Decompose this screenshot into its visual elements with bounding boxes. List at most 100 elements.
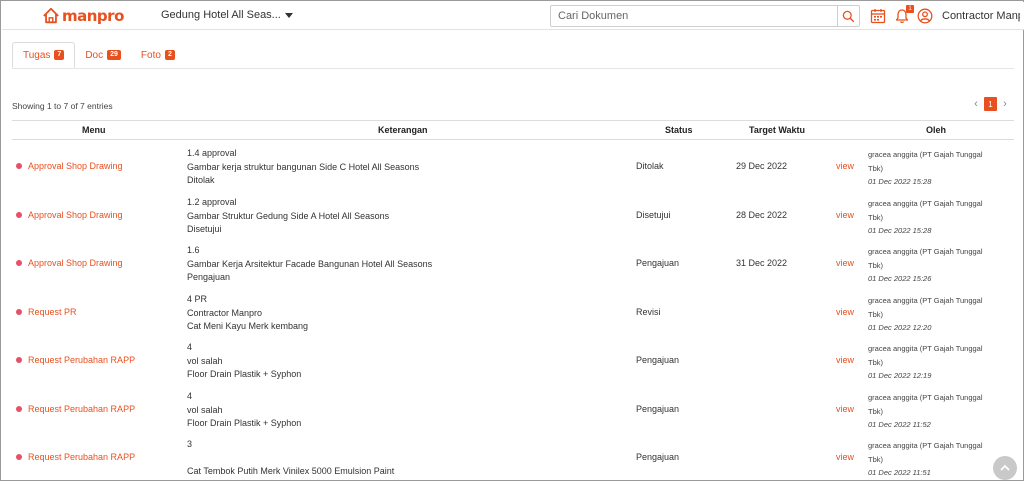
- keterangan-line-1: 4: [187, 391, 193, 401]
- status-dot-icon: [16, 309, 22, 315]
- row-view-link[interactable]: view: [836, 161, 854, 171]
- row-view-link[interactable]: view: [836, 210, 854, 220]
- status-dot-icon: [16, 357, 22, 363]
- pagination: ‹ 1 ›: [971, 97, 1010, 111]
- row-menu-label: Request Perubahan RAPP: [28, 452, 136, 462]
- column-header-oleh[interactable]: Oleh: [926, 125, 946, 135]
- oleh-date: 01 Dec 2022 15:26: [868, 274, 932, 284]
- row-target-waktu: 29 Dec 2022: [736, 161, 788, 171]
- tab-label: Tugas: [23, 49, 51, 61]
- search-icon: [842, 10, 855, 22]
- row-status: Pengajuan: [636, 258, 680, 268]
- row-keterangan: 3 Cat Tembok Putih Merk Vinilex 5000 Emul…: [187, 438, 394, 479]
- tab-doc[interactable]: Doc 29: [75, 42, 131, 68]
- calendar-icon: [870, 9, 886, 24]
- row-status: Ditolak: [636, 161, 664, 171]
- project-selector[interactable]: Gedung Hotel All Seas...: [161, 9, 293, 21]
- page-button-current[interactable]: 1: [984, 97, 997, 111]
- logo[interactable]: manpro: [42, 6, 124, 26]
- keterangan-line-1: 4: [187, 342, 193, 352]
- keterangan-line-1: 1.6: [187, 245, 200, 255]
- table-row: Approval Shop Drawing 1.6 Gambar Kerja Ars…: [12, 239, 1014, 287]
- prev-page-button[interactable]: ‹: [971, 98, 981, 110]
- row-target-waktu: 31 Dec 2022: [736, 258, 788, 268]
- row-status: Pengajuan: [636, 452, 680, 462]
- keterangan-line-3: Cat Meni Kayu Merk kembang: [187, 321, 309, 331]
- table-row: Approval Shop Drawing 1.4 approval Gambar …: [12, 142, 1014, 190]
- tab-bar: Tugas 7 Doc 29 Foto 2: [12, 42, 185, 68]
- oleh-date: 01 Dec 2022 12:19: [868, 371, 932, 381]
- oleh-name-line-2: Tbk): [868, 406, 883, 416]
- entries-info: Showing 1 to 7 of 7 entries: [12, 101, 113, 111]
- tab-divider: [12, 68, 1014, 69]
- row-status: Revisi: [636, 307, 661, 317]
- row-oleh: gracea anggita (PT Gajah Tunggal Tbk) 01 D…: [868, 148, 1014, 189]
- search-input[interactable]: [551, 6, 837, 26]
- row-view-link[interactable]: view: [836, 404, 854, 414]
- row-menu-link[interactable]: Request PR: [16, 307, 77, 317]
- row-oleh: gracea anggita (PT Gajah Tunggal Tbk) 01 D…: [868, 197, 1014, 238]
- row-menu-link[interactable]: Approval Shop Drawing: [16, 161, 123, 171]
- tab-tugas[interactable]: Tugas 7: [12, 42, 76, 68]
- oleh-date: 01 Dec 2022 15:28: [868, 177, 932, 187]
- next-page-button[interactable]: ›: [1000, 98, 1010, 110]
- keterangan-line-2: Gambar kerja struktur bangunan Side C Ho…: [187, 161, 420, 172]
- oleh-name-line-2: Tbk): [868, 212, 883, 222]
- column-header-status[interactable]: Status: [665, 125, 693, 135]
- row-menu-link[interactable]: Approval Shop Drawing: [16, 210, 123, 220]
- row-menu-link[interactable]: Request Perubahan RAPP: [16, 452, 135, 462]
- row-target-waktu: 28 Dec 2022: [736, 210, 788, 220]
- oleh-date: 01 Dec 2022 15:28: [868, 226, 932, 236]
- keterangan-line-2: [187, 452, 394, 466]
- keterangan-line-3: Pengajuan: [187, 272, 231, 282]
- keterangan-line-2: Gambar Struktur Gedung Side A Hotel All …: [187, 210, 390, 221]
- search-button[interactable]: [837, 6, 859, 26]
- app-frame: manpro Gedung Hotel All Seas... Cari Dok…: [0, 0, 1024, 481]
- oleh-name-line-2: Tbk): [868, 454, 883, 464]
- row-status: Disetujui: [636, 210, 671, 220]
- keterangan-line-2: vol salah: [187, 404, 223, 415]
- tab-foto[interactable]: Foto 2: [131, 42, 185, 68]
- row-menu-label: Request Perubahan RAPP: [28, 404, 136, 414]
- scroll-top-button[interactable]: [993, 456, 1017, 480]
- table-row: Request Perubahan RAPP 4 vol salah Floor Dr…: [12, 336, 1014, 384]
- keterangan-line-1: 4 PR: [187, 294, 208, 304]
- keterangan-line-3: Floor Drain Plastik + Syphon: [187, 418, 302, 428]
- user-menu-button[interactable]: [916, 7, 934, 25]
- oleh-name-line-2: Tbk): [868, 260, 883, 270]
- column-header-menu[interactable]: Menu: [82, 125, 106, 135]
- status-dot-icon: [16, 260, 22, 266]
- column-header-target-waktu[interactable]: Target Waktu: [749, 125, 805, 135]
- row-oleh: gracea anggita (PT Gajah Tunggal Tbk) 01 D…: [868, 391, 1014, 432]
- row-oleh: gracea anggita (PT Gajah Tunggal Tbk) 01 D…: [868, 294, 1014, 335]
- chevron-up-icon: [1000, 464, 1010, 471]
- row-menu-link[interactable]: Approval Shop Drawing: [16, 258, 123, 268]
- user-name[interactable]: Contractor Manp: [942, 10, 1020, 22]
- row-menu-label: Request PR: [28, 307, 77, 317]
- notification-button[interactable]: 1: [893, 5, 914, 25]
- oleh-name-line-1: gracea anggita (PT Gajah Tunggal: [868, 247, 983, 256]
- row-menu-link[interactable]: Request Perubahan RAPP: [16, 355, 135, 365]
- row-keterangan: 4 PR Contractor Manpro Cat Meni Kayu Merk …: [187, 293, 308, 334]
- caret-down-icon: [284, 12, 293, 18]
- row-menu-label: Request Perubahan RAPP: [28, 355, 136, 365]
- notification-badge: 1: [906, 5, 914, 13]
- table-row: Request Perubahan RAPP 4 vol salah Floor Dr…: [12, 385, 1014, 433]
- row-oleh: gracea anggita (PT Gajah Tunggal Tbk) 01 D…: [868, 342, 1014, 383]
- row-keterangan: 1.4 approval Gambar kerja struktur bangun…: [187, 147, 419, 188]
- search-box: [550, 5, 860, 27]
- row-view-link[interactable]: view: [836, 355, 854, 365]
- row-view-link[interactable]: view: [836, 452, 854, 462]
- table-row: Approval Shop Drawing 1.2 approval Gambar …: [12, 191, 1014, 239]
- oleh-name-line-1: gracea anggita (PT Gajah Tunggal: [868, 344, 983, 353]
- row-menu-link[interactable]: Request Perubahan RAPP: [16, 404, 135, 414]
- oleh-date: 01 Dec 2022 11:52: [868, 420, 931, 430]
- column-header-keterangan[interactable]: Keterangan: [378, 125, 428, 135]
- row-view-link[interactable]: view: [836, 258, 854, 268]
- calendar-button[interactable]: [869, 7, 887, 25]
- keterangan-line-3: Cat Tembok Putih Merk Vinilex 5000 Emuls…: [187, 466, 395, 476]
- oleh-name-line-2: Tbk): [868, 309, 883, 319]
- keterangan-line-3: Ditolak: [187, 175, 215, 185]
- row-view-link[interactable]: view: [836, 307, 854, 317]
- row-oleh: gracea anggita (PT Gajah Tunggal Tbk) 01 D…: [868, 439, 1014, 480]
